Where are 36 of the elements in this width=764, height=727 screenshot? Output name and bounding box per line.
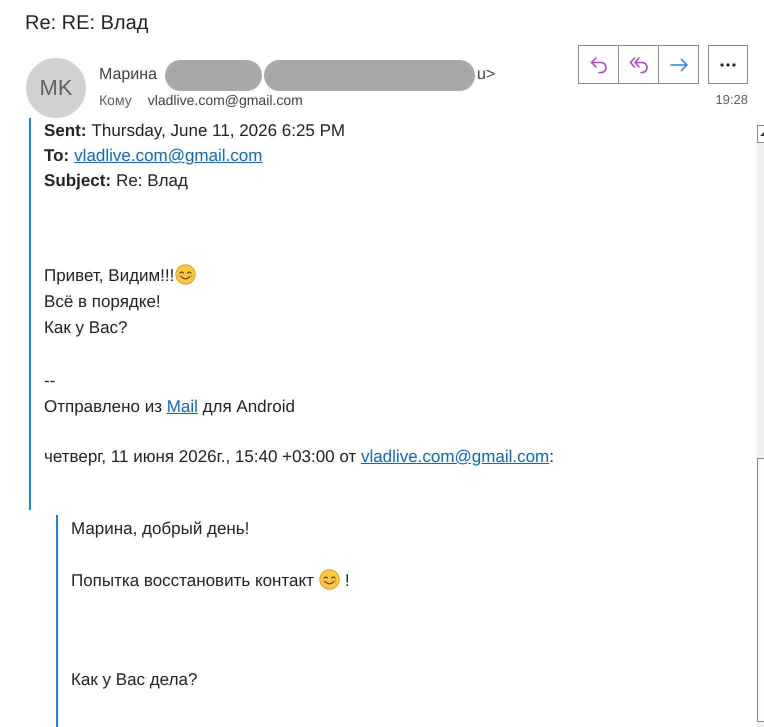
reply-all-button[interactable] [618, 45, 659, 84]
caret-up-icon [760, 132, 764, 136]
email-link[interactable]: Mail [166, 397, 198, 416]
scrollbar-thumb[interactable] [757, 458, 764, 722]
message-text: -- [44, 371, 56, 390]
sender-address: u> [476, 66, 496, 84]
avatar-initials: MK [26, 58, 86, 118]
message-text: Как у Вас? [44, 318, 128, 337]
smiley-emoji-icon [318, 569, 340, 590]
reply-button[interactable] [578, 45, 619, 84]
header-value: Thursday, June 11, 2026 6:25 PM [92, 121, 346, 140]
message-text: Привет, Видим!!! [44, 266, 174, 285]
message-title: Re: RE: Влад [25, 11, 148, 36]
message-text: Попытка восстановить контакт [71, 571, 314, 590]
smiley-emoji-icon [175, 264, 196, 285]
message-text: Всё в порядке! [44, 292, 161, 311]
header-label: Subject: [44, 171, 112, 190]
email-link[interactable]: vladlive.com@gmail.com [74, 146, 262, 165]
header-label: To: [44, 146, 70, 165]
more-icon [720, 62, 736, 66]
recipient-address: vladlive.com@gmail.com [148, 91, 303, 109]
email-link[interactable]: vladlive.com@gmail.com [360, 447, 550, 466]
message-text: ! [344, 571, 350, 590]
reply-arrow-icon [588, 54, 608, 74]
message-text: четверг, 11 июня 2026г., 15:40 +03:00 от vladlive.com@gmail.com: [44, 447, 554, 466]
message-text: Марина, добрый день! [71, 519, 250, 538]
header-value: Re: Влад [116, 171, 188, 190]
message-text: Отправлено из Mail для Android [44, 397, 295, 416]
forward-button[interactable] [658, 45, 699, 84]
double-reply-arrow-icon [628, 54, 648, 74]
sender-name: Марина [99, 66, 157, 84]
message-time: 19:28 [715, 92, 748, 108]
message-text: Как у Вас дела? [71, 670, 198, 689]
header-label: Sent: [44, 121, 86, 140]
recipient-label: Кому [99, 91, 132, 109]
more-button[interactable] [708, 45, 748, 84]
